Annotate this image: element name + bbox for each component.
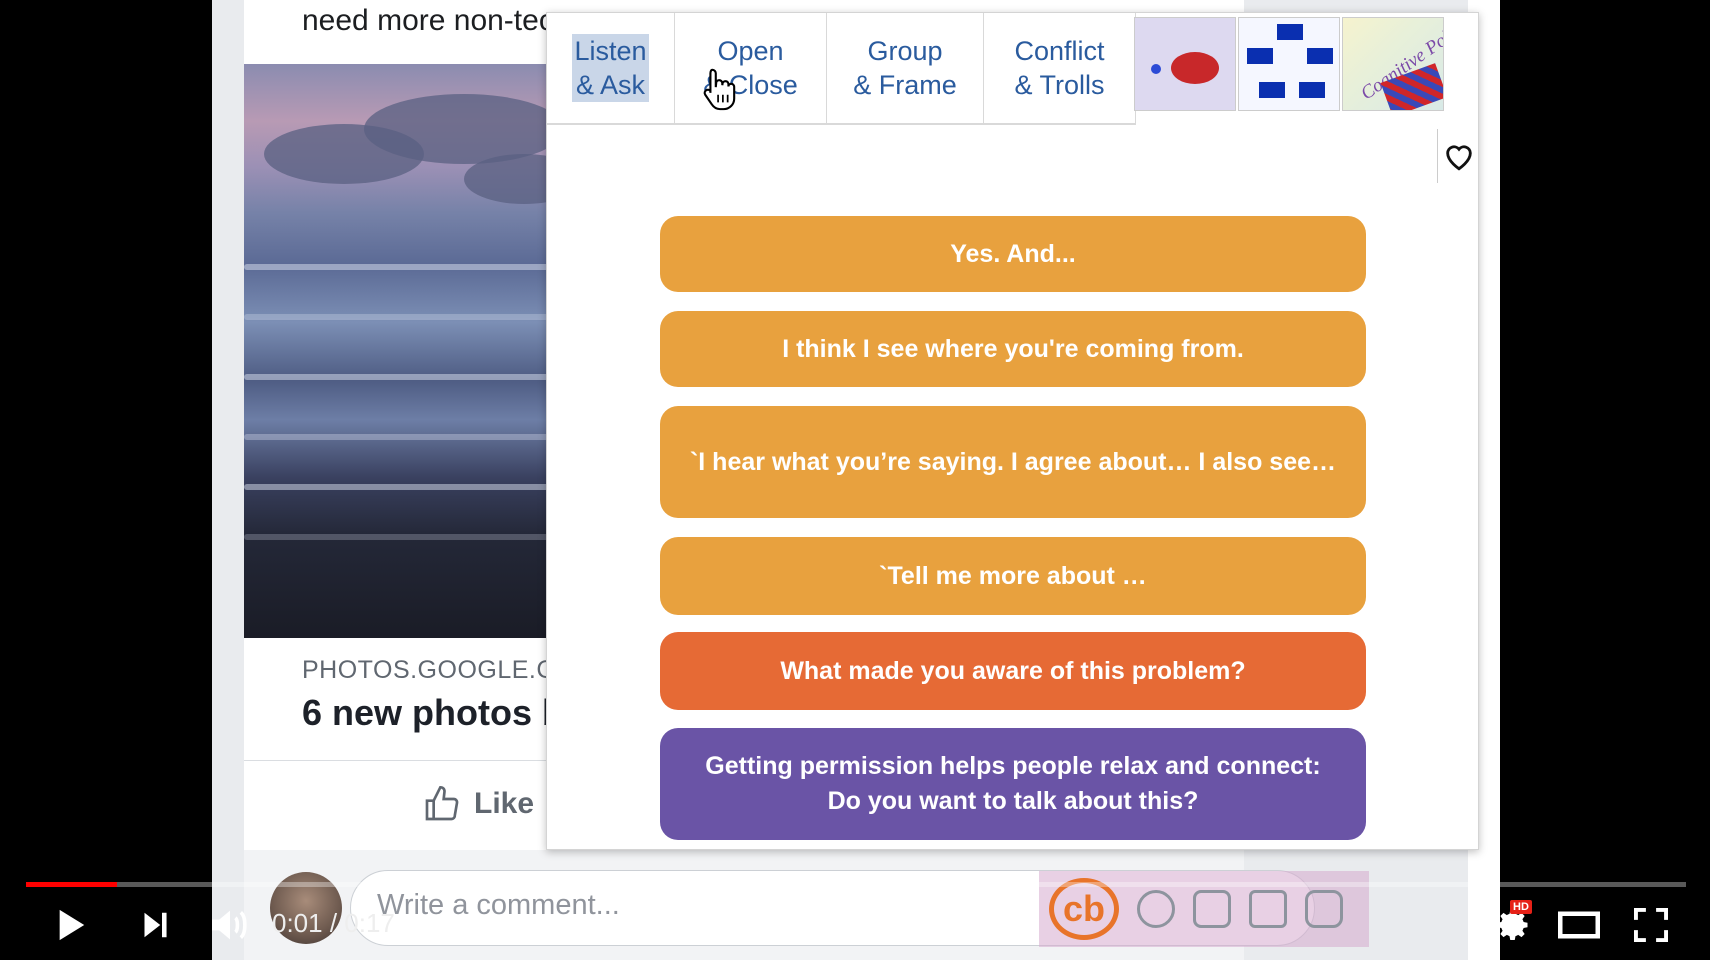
progress-bar-fill	[26, 882, 118, 887]
hd-badge: HD	[1510, 900, 1532, 914]
tab-conflict-trolls[interactable]: Conflict & Trolls	[984, 13, 1136, 125]
theater-mode-icon	[1558, 911, 1600, 939]
phrase-label: Getting permission helps people relax an…	[705, 752, 1321, 780]
phrase-button-i-hear[interactable]: `I hear what you’re saying. I agree abou…	[660, 406, 1366, 518]
link-source: PHOTOS.GOOGLE.CO	[302, 656, 575, 684]
thumbnail-diagram-2[interactable]	[1238, 17, 1340, 111]
thumbnail-strip: Cognitive Politics	[1134, 17, 1444, 111]
phrase-label: I think I see where you're coming from.	[782, 334, 1244, 363]
video-player[interactable]: need more non-tec PHOTOS.GOOGLE.CO 6 new…	[0, 0, 1710, 960]
tab-label-line: Open	[717, 36, 784, 66]
time-display: 0:01 / 0:17	[272, 908, 395, 938]
extension-popup: Listen & Ask Open & Close Group & Frame …	[546, 12, 1479, 850]
tab-label-line: Listen	[574, 36, 647, 66]
thumbnail-cognitive-politics[interactable]: Cognitive Politics	[1342, 17, 1444, 111]
like-button[interactable]: Like	[422, 784, 534, 824]
favorite-button[interactable]	[1437, 129, 1479, 183]
phrase-label: `I hear what you’re saying. I agree abou…	[689, 447, 1337, 476]
hand-cursor-icon	[703, 68, 736, 111]
phrase-button-tell-me-more[interactable]: `Tell me more about …	[660, 537, 1366, 615]
popup-tabs: Listen & Ask Open & Close Group & Frame …	[547, 13, 1136, 125]
tab-label: Group & Frame	[853, 34, 957, 102]
tab-open-close[interactable]: Open & Close	[675, 13, 827, 125]
phrase-button-permission[interactable]: Getting permission helps people relax an…	[660, 728, 1366, 840]
next-icon	[144, 912, 167, 938]
phrase-label: Yes. And...	[950, 239, 1076, 268]
phrase-button-aware-problem[interactable]: What made you aware of this problem?	[660, 632, 1366, 710]
player-controls: 0:01 / 0:17 HD	[0, 890, 1710, 960]
thumbnail-diagram-1[interactable]	[1134, 17, 1236, 111]
phrase-button-see-where[interactable]: I think I see where you're coming from.	[660, 311, 1366, 387]
tab-label: Listen & Ask	[572, 34, 649, 102]
phrase-label: `Tell me more about …	[879, 561, 1147, 590]
tab-label: Conflict & Trolls	[1014, 34, 1104, 102]
next-button[interactable]	[130, 890, 180, 960]
phrase-button-yes-and[interactable]: Yes. And...	[660, 216, 1366, 292]
link-headline[interactable]: 6 new photos by	[302, 692, 584, 734]
post-photo[interactable]	[244, 64, 564, 638]
play-icon	[59, 909, 85, 941]
volume-icon	[212, 910, 247, 940]
tab-label-line: Group	[867, 36, 943, 66]
tab-label-line: & Frame	[853, 70, 957, 100]
tab-listen-ask[interactable]: Listen & Ask	[547, 13, 675, 125]
tab-label-line: & Trolls	[1014, 70, 1105, 100]
phrase-label: What made you aware of this problem?	[780, 656, 1246, 685]
fullscreen-icon	[1634, 908, 1668, 942]
like-label: Like	[474, 787, 535, 820]
volume-button[interactable]	[200, 890, 260, 960]
fullscreen-button[interactable]	[1628, 890, 1674, 960]
phrase-label: Do you want to talk about this?	[827, 787, 1199, 815]
tab-label-line: & Ask	[575, 70, 646, 100]
theater-mode-button[interactable]	[1556, 890, 1602, 960]
tab-label-line: Conflict	[1014, 36, 1105, 66]
settings-button[interactable]: HD	[1486, 890, 1542, 960]
thumbs-up-icon	[425, 785, 459, 821]
progress-bar[interactable]	[26, 882, 1686, 887]
heart-icon	[1445, 145, 1472, 171]
play-button[interactable]	[46, 890, 96, 960]
post-text: need more non-tec	[302, 4, 554, 37]
tab-group-frame[interactable]: Group & Frame	[827, 13, 984, 125]
